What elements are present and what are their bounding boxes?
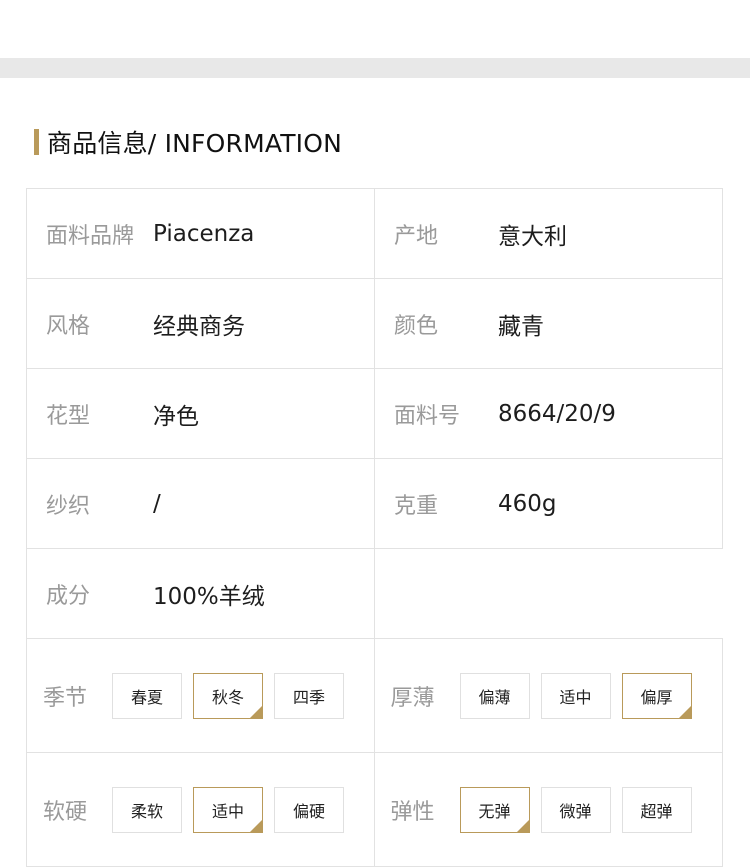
thickness-options: 偏薄 适中 偏厚 xyxy=(459,672,692,719)
spec-row: 风格 经典商务 颜色 藏青 xyxy=(26,279,723,369)
attr-cell-season: 季节 春夏 秋冬 四季 xyxy=(26,639,374,752)
softness-options: 柔软 适中 偏硬 xyxy=(112,786,344,833)
option-thin[interactable]: 偏薄 xyxy=(459,672,530,719)
section-header: 商品信息/ INFORMATION xyxy=(34,126,342,158)
attr-cell-softness: 软硬 柔软 适中 偏硬 xyxy=(26,753,374,866)
spec-value: 藏青 xyxy=(498,313,544,340)
spec-value: 8664/20/9 xyxy=(498,400,616,427)
title-accent-bar xyxy=(34,129,39,155)
attr-label: 弹性 xyxy=(390,799,435,825)
top-blank-area xyxy=(0,0,750,58)
spec-value: / xyxy=(153,490,161,517)
option-no-stretch[interactable]: 无弹 xyxy=(459,786,530,833)
spec-cell-composition: 成分 100%羊绒 xyxy=(26,549,374,638)
spec-value: Piacenza xyxy=(153,220,255,247)
season-options: 春夏 秋冬 四季 xyxy=(112,672,344,719)
spec-value: 经典商务 xyxy=(153,313,245,340)
spec-cell-pattern: 花型 净色 xyxy=(26,369,374,458)
attribute-row: 季节 春夏 秋冬 四季 厚薄 偏薄 适中 偏厚 xyxy=(26,639,723,753)
spec-cell-origin: 产地 意大利 xyxy=(374,189,723,278)
option-slight-stretch[interactable]: 微弹 xyxy=(540,786,611,833)
spec-value: 100%羊绒 xyxy=(153,583,265,610)
attr-label: 季节 xyxy=(43,685,88,711)
spec-row: 成分 100%羊绒 xyxy=(26,549,723,639)
attr-cell-elasticity: 弹性 无弹 微弹 超弹 xyxy=(373,753,723,866)
spec-label: 面料品牌 xyxy=(46,223,135,249)
option-thick[interactable]: 偏厚 xyxy=(621,672,692,719)
section-divider-band xyxy=(0,58,750,78)
spec-row: 面料品牌 Piacenza 产地 意大利 xyxy=(26,189,723,279)
spec-value: 460g xyxy=(498,490,557,517)
option-super-stretch[interactable]: 超弹 xyxy=(621,786,692,833)
product-info-table: 面料品牌 Piacenza 产地 意大利 风格 经典商务 颜色 藏青 花型 净色… xyxy=(26,188,723,867)
spec-label: 风格 xyxy=(46,313,91,339)
attr-label: 软硬 xyxy=(43,799,88,825)
attribute-row: 软硬 柔软 适中 偏硬 弹性 无弹 微弹 超弹 xyxy=(26,753,723,867)
option-spring-summer[interactable]: 春夏 xyxy=(112,672,182,719)
spec-cell-empty xyxy=(374,549,723,638)
spec-row: 纱织 / 克重 460g xyxy=(26,459,723,549)
attr-label: 厚薄 xyxy=(390,685,435,711)
spec-cell-weight: 克重 460g xyxy=(374,459,723,548)
elasticity-options: 无弹 微弹 超弹 xyxy=(459,786,692,833)
spec-cell-fabric-brand: 面料品牌 Piacenza xyxy=(26,189,374,278)
spec-row: 花型 净色 面料号 8664/20/9 xyxy=(26,369,723,459)
option-medium-thickness[interactable]: 适中 xyxy=(540,672,611,719)
option-medium-softness[interactable]: 适中 xyxy=(193,786,263,833)
option-soft[interactable]: 柔软 xyxy=(112,786,182,833)
spec-label: 产地 xyxy=(394,223,439,249)
spec-value: 净色 xyxy=(153,403,199,430)
spec-cell-color: 颜色 藏青 xyxy=(374,279,723,368)
spec-cell-yarn-count: 纱织 / xyxy=(26,459,374,548)
spec-label: 颜色 xyxy=(394,313,439,339)
spec-label: 面料号 xyxy=(394,403,461,429)
section-title: 商品信息/ INFORMATION xyxy=(47,129,343,158)
spec-label: 克重 xyxy=(394,493,439,519)
spec-label: 花型 xyxy=(46,403,91,429)
spec-value: 意大利 xyxy=(498,223,567,250)
option-all-seasons[interactable]: 四季 xyxy=(274,672,344,719)
spec-cell-style: 风格 经典商务 xyxy=(26,279,374,368)
option-autumn-winter[interactable]: 秋冬 xyxy=(193,672,263,719)
spec-label: 纱织 xyxy=(46,493,91,519)
spec-cell-fabric-number: 面料号 8664/20/9 xyxy=(374,369,723,458)
option-stiff[interactable]: 偏硬 xyxy=(274,786,344,833)
spec-label: 成分 xyxy=(46,583,91,609)
attr-cell-thickness: 厚薄 偏薄 适中 偏厚 xyxy=(373,639,723,752)
